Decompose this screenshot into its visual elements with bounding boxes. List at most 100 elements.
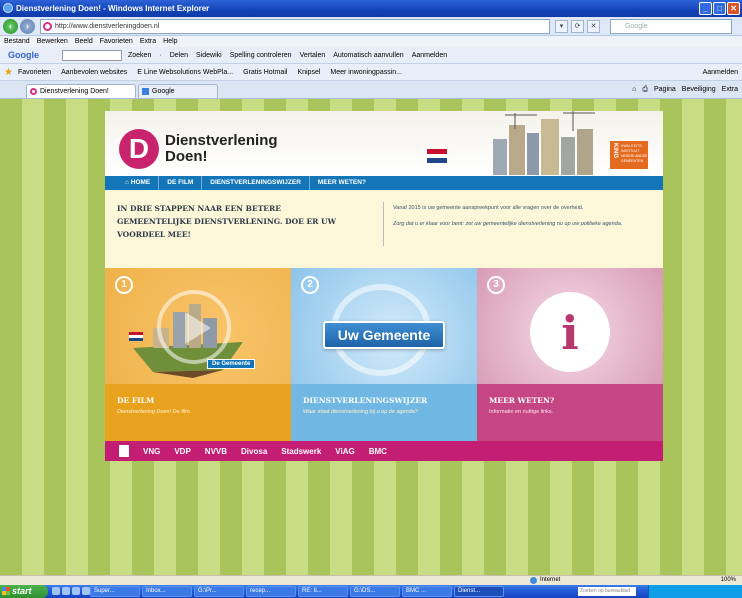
google-share-button[interactable]: Delen [170, 50, 188, 61]
cmd-extra[interactable]: Extra [722, 84, 738, 96]
task-item[interactable]: G:\Pr... [194, 586, 244, 597]
quick-launch [52, 587, 90, 595]
security-zone: Internet [530, 576, 560, 585]
site-favicon-icon [43, 22, 52, 31]
nav-de-film[interactable]: DE FILM [159, 176, 203, 190]
cmd-pagina[interactable]: Pagina [654, 84, 676, 96]
partner-logo-icon[interactable] [119, 445, 129, 457]
wijzer-image: Uw Gemeente 2 [291, 268, 477, 384]
menu-item-bewerken[interactable]: Bewerken [37, 36, 68, 47]
search-placeholder: Google [625, 23, 648, 30]
quicklaunch-icon[interactable] [62, 587, 70, 595]
menu-item-extra[interactable]: Extra [140, 36, 156, 47]
system-tray [648, 585, 742, 598]
cmd-home-icon[interactable]: ⌂ [632, 84, 636, 96]
nav-home[interactable]: ⌂ HOME [117, 176, 160, 190]
king-logo[interactable]: KING KWALITEITS INSTITUUT NEDERLANDSE GE… [610, 141, 648, 169]
fav-item-hotmail[interactable]: Gratis Hotmail [243, 64, 287, 81]
nav-meer-weten[interactable]: MEER WETEN? [310, 176, 374, 190]
partner-logo-viag[interactable]: ViAG [335, 447, 354, 456]
partner-logo-vng[interactable]: VNG [143, 447, 160, 456]
maximize-button[interactable]: □ [713, 2, 726, 15]
step-number-2: 2 [301, 276, 319, 294]
play-icon[interactable] [185, 312, 211, 344]
task-item[interactable]: Inbox... [142, 586, 192, 597]
panel-meer-weten[interactable]: i 3 MEER WETEN? Informatie en nuttige li… [477, 268, 663, 441]
menu-item-favorieten[interactable]: Favorieten [100, 36, 133, 47]
stop-icon[interactable]: ✕ [587, 20, 600, 33]
google-signin-button[interactable]: Aanmelden [412, 50, 447, 61]
task-item[interactable]: BMC ... [402, 586, 452, 597]
start-button[interactable]: start [0, 585, 48, 598]
site-logo-text[interactable]: Dienstverlening Doen! [165, 133, 278, 165]
cmd-beveiliging[interactable]: Beveiliging [682, 84, 716, 96]
desktop-search-input[interactable]: Zoeken op bureaublad [578, 587, 636, 596]
fav-item-aanbevolen[interactable]: Aanbevolen websites [61, 64, 127, 81]
logo-mark[interactable]: D [119, 129, 159, 169]
step-number-3: 3 [487, 276, 505, 294]
panel-title: DE FILM [117, 396, 155, 405]
cmd-print-icon[interactable]: ⎙ [642, 84, 648, 96]
close-window-button[interactable]: ✕ [727, 2, 740, 15]
window-titlebar: Dienstverlening Doen! - Windows Internet… [0, 0, 742, 17]
partner-logo-divosa[interactable]: Divosa [241, 447, 267, 456]
url-input[interactable]: http://www.dienstverleningdoen.nl [40, 19, 550, 34]
partner-logo-vdp[interactable]: VDP [174, 447, 190, 456]
panel-title: DIENSTVERLENINGSWIJZER [303, 396, 428, 405]
nav-home-label: HOME [130, 179, 151, 186]
dutch-flag-icon [427, 149, 447, 163]
intro-text: Vanaf 2015 is uw gemeente aanspreekpunt … [393, 204, 653, 236]
film-tag: De Gemeente [207, 359, 256, 369]
minimize-button[interactable]: _ [699, 2, 712, 15]
favorites-label[interactable]: Favorieten [18, 64, 51, 81]
google-spellcheck-button[interactable]: Spelling controleren [230, 50, 292, 61]
intro-headline: IN DRIE STAPPEN NAAR EEN BETERE GEMEENTE… [117, 204, 336, 239]
logo-line-1: Dienstverlening [165, 132, 278, 149]
fav-item-meer[interactable]: Meer inwoningpassin... [330, 64, 402, 81]
search-input[interactable]: Google [610, 19, 732, 34]
uw-gemeente-button[interactable]: Uw Gemeente [323, 321, 445, 349]
partner-logo-nvvb[interactable]: NVVB [205, 447, 227, 456]
task-item-active[interactable]: Dienst... [454, 586, 504, 597]
refresh-icon[interactable]: ⟳ [571, 20, 584, 33]
google-translate-button[interactable]: Vertalen [300, 50, 326, 61]
nav-dienstverleningswijzer[interactable]: DIENSTVERLENINGSWIJZER [202, 176, 310, 190]
intro-section: IN DRIE STAPPEN NAAR EEN BETERE GEMEENTE… [105, 190, 663, 268]
favorites-items: Favorieten Aanbevolen websites E Line We… [18, 64, 402, 81]
task-item[interactable]: Super... [90, 586, 140, 597]
tab-google[interactable]: Google [138, 84, 218, 98]
menu-item-help[interactable]: Help [163, 36, 177, 47]
task-item[interactable]: G:\DS... [350, 586, 400, 597]
forward-button[interactable]: › [20, 19, 35, 34]
favorites-right: Aanmelden [703, 64, 742, 81]
back-button[interactable]: ‹ [3, 19, 18, 34]
google-search-input[interactable] [62, 50, 122, 61]
menu-item-beeld[interactable]: Beeld [75, 36, 93, 47]
partner-logo-stadswerk[interactable]: Stadswerk [281, 447, 321, 456]
task-item[interactable]: recep... [246, 586, 296, 597]
fav-item-eline[interactable]: E Line Websolutions WebPla... [137, 64, 233, 81]
panel-de-film[interactable]: De Gemeente 1 DE FILM Dienstverlening Do… [105, 268, 291, 441]
fav-signin[interactable]: Aanmelden [703, 64, 738, 81]
globe-icon [530, 577, 537, 584]
panel-title: MEER WETEN? [489, 396, 555, 405]
task-item[interactable]: RE: ti... [298, 586, 348, 597]
info-icon[interactable]: i [530, 292, 610, 372]
google-search-button[interactable]: Zoeken [128, 50, 151, 61]
menu-item-bestand[interactable]: Bestand [4, 36, 30, 47]
fav-item-knipsel[interactable]: Knipsel [297, 64, 320, 81]
google-sidewiki-button[interactable]: Sidewiki [196, 50, 222, 61]
google-autofill-button[interactable]: Automatisch aanvullen [333, 50, 403, 61]
dropdown-icon[interactable]: ▾ [555, 20, 568, 33]
zone-label: Internet [540, 577, 561, 583]
quicklaunch-icon[interactable] [72, 587, 80, 595]
favorites-star-icon[interactable]: ★ [4, 67, 15, 78]
site-navigation: ⌂ HOME DE FILM DIENSTVERLENINGSWIJZER ME… [105, 176, 663, 190]
quicklaunch-icon[interactable] [82, 587, 90, 595]
tab-dienstverlening[interactable]: Dienstverlening Doen! [26, 84, 136, 98]
panel-dienstverleningswijzer[interactable]: Uw Gemeente 2 DIENSTVERLENINGSWIJZER Waa… [291, 268, 477, 441]
partner-logo-bmc[interactable]: BMC [369, 447, 387, 456]
google-toolbar: Google Zoeken · Delen Sidewiki Spelling … [0, 47, 742, 64]
zoom-level[interactable]: 100% [721, 576, 736, 585]
quicklaunch-icon[interactable] [52, 587, 60, 595]
